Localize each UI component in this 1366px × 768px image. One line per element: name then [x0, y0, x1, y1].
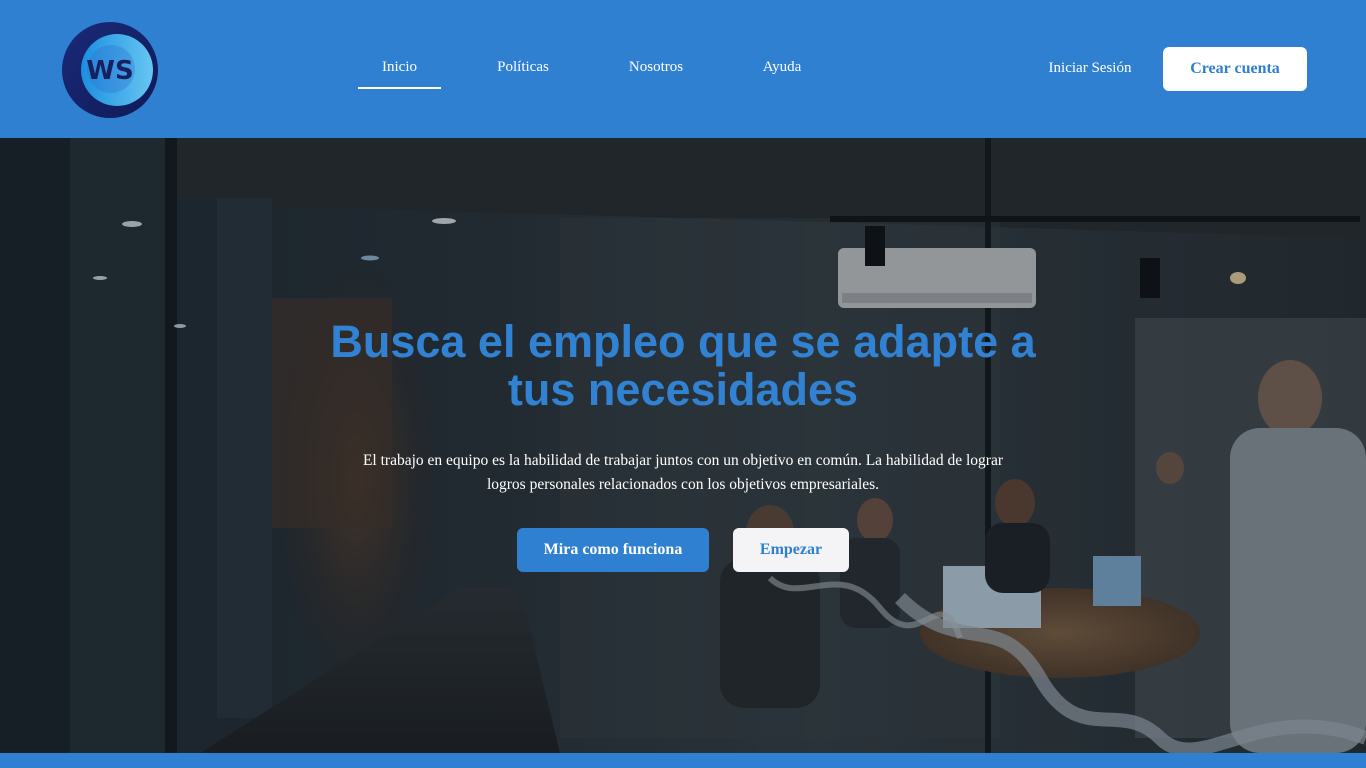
hero-description-line-1: El trabajo en equipo es la habilidad de …: [362, 452, 1004, 469]
how-it-works-button[interactable]: Mira como funciona: [517, 528, 709, 572]
hero-section: Busca el empleo que se adapte a tus nece…: [0, 138, 1366, 753]
bottom-strip: [0, 753, 1366, 768]
brand-logo[interactable]: WS: [61, 21, 159, 119]
nav-item-nosotros[interactable]: Nosotros: [612, 59, 700, 89]
hero-description-line-2: logros personales relacionados con los o…: [486, 476, 880, 493]
nav-item-inicio[interactable]: Inicio: [358, 59, 441, 89]
hero-description: El trabajo en equipo es la habilidad de …: [333, 449, 1033, 497]
hero-title-line-1: Busca el empleo que se adapte a: [330, 316, 1036, 367]
get-started-button[interactable]: Empezar: [733, 528, 849, 572]
login-link[interactable]: Iniciar Sesión: [1040, 60, 1140, 77]
hero-title: Busca el empleo que se adapte a tus nece…: [233, 318, 1133, 414]
office-team-photo: [0, 138, 1366, 753]
logo-icon: WS: [62, 22, 158, 118]
create-account-button[interactable]: Crear cuenta: [1163, 47, 1307, 91]
site-header: WS Inicio Políticas Nosotros Ayuda Inici…: [0, 0, 1366, 138]
nav-item-politicas[interactable]: Políticas: [482, 59, 564, 89]
hero-title-line-2: tus necesidades: [507, 364, 859, 415]
svg-text:WS: WS: [86, 56, 133, 86]
nav-item-ayuda[interactable]: Ayuda: [750, 59, 814, 89]
